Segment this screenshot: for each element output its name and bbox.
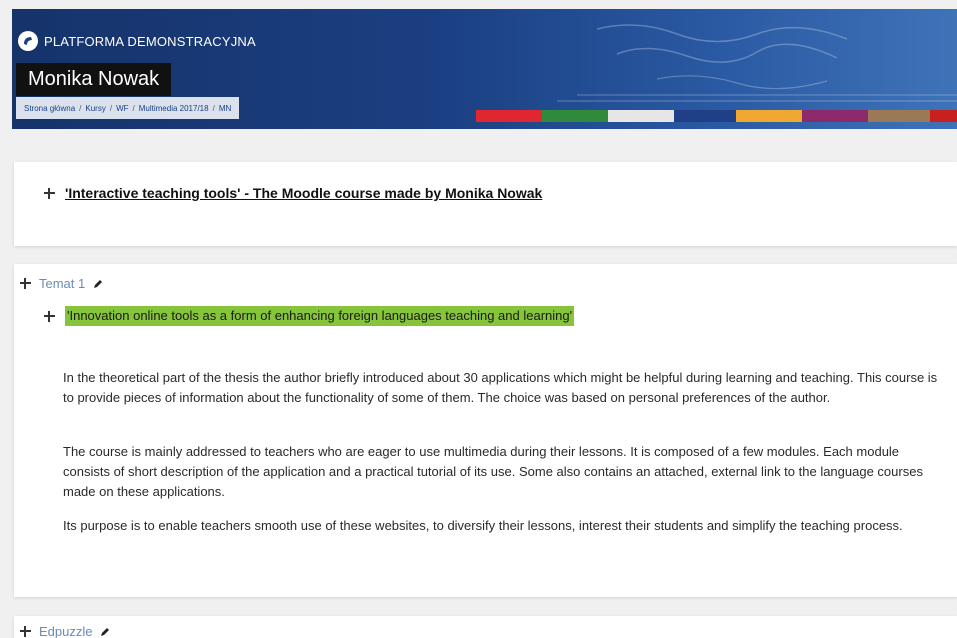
section-edpuzzle: Edpuzzle — [14, 616, 957, 638]
color-segment — [802, 110, 868, 122]
section-paragraph: In the theoretical part of the thesis th… — [63, 370, 938, 405]
move-icon[interactable] — [20, 626, 31, 637]
section-temat-1: Temat 1 'Innovation online tools as a fo… — [14, 264, 957, 597]
course-title-row: 'Interactive teaching tools' - The Moodl… — [44, 185, 542, 201]
breadcrumb-separator: / — [109, 103, 113, 113]
course-summary-card: 'Interactive teaching tools' - The Moodl… — [14, 162, 957, 246]
course-title-link[interactable]: 'Interactive teaching tools' - The Moodl… — [65, 185, 542, 201]
brand[interactable]: PLATFORMA DEMONSTRACYJNA — [18, 31, 256, 51]
color-segment — [930, 110, 957, 122]
color-segment — [868, 110, 930, 122]
site-header: PLATFORMA DEMONSTRACYJNA Monika Nowak St… — [12, 9, 957, 129]
breadcrumb-separator: / — [132, 103, 135, 113]
brand-logo-icon — [18, 31, 38, 51]
page-title: Monika Nowak — [16, 63, 172, 96]
highlighted-heading-row: 'Innovation online tools as a form of en… — [44, 306, 575, 326]
breadcrumb: Strona główna / Kursy / WF / Multimedia … — [16, 97, 240, 119]
highlighted-heading: 'Innovation online tools as a form of en… — [65, 306, 575, 326]
color-segment — [736, 110, 802, 122]
color-segment — [608, 110, 674, 122]
breadcrumb-item-current[interactable]: MN — [219, 104, 231, 113]
brand-name: PLATFORMA DEMONSTRACYJNA — [44, 33, 256, 49]
move-icon[interactable] — [20, 278, 31, 289]
move-icon[interactable] — [44, 310, 55, 322]
section-title[interactable]: Temat 1 — [39, 276, 85, 291]
color-segment — [476, 110, 542, 122]
section-title[interactable]: Edpuzzle — [39, 624, 92, 638]
section-paragraph: Its purpose is to enable teachers smooth… — [63, 518, 903, 533]
pencil-icon[interactable] — [93, 279, 103, 289]
move-icon[interactable] — [44, 187, 55, 199]
color-segment — [542, 110, 608, 122]
section-header: Temat 1 — [20, 276, 103, 291]
color-bar — [476, 110, 957, 122]
breadcrumb-item-courses[interactable]: Kursy — [85, 104, 105, 113]
breadcrumb-separator: / — [79, 103, 82, 113]
section-paragraph: The course is mainly addressed to teache… — [63, 444, 923, 499]
breadcrumb-item-category[interactable]: WF — [116, 104, 128, 113]
section-header: Edpuzzle — [20, 624, 110, 638]
breadcrumb-separator: / — [212, 103, 215, 113]
breadcrumb-item-home[interactable]: Strona główna — [24, 104, 75, 113]
color-segment — [674, 110, 736, 122]
pencil-icon[interactable] — [100, 627, 110, 637]
breadcrumb-item-course[interactable]: Multimedia 2017/18 — [139, 104, 209, 113]
